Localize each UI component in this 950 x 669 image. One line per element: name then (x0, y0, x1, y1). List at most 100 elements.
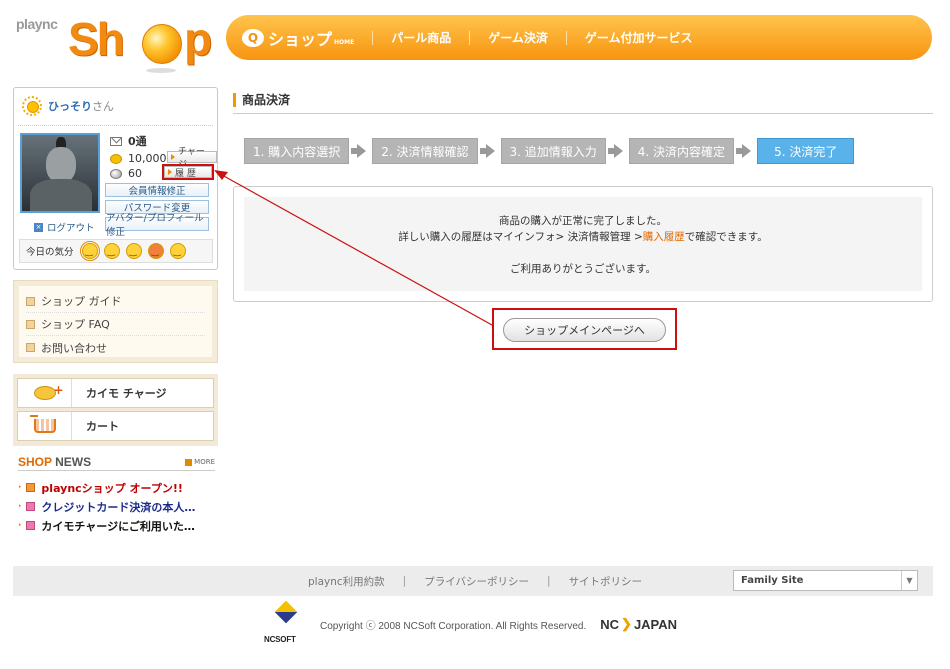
list-item[interactable]: · カイモチャージにご利用いた… (18, 516, 218, 535)
sad-face-icon[interactable] (125, 243, 142, 259)
checkout-steps: 1. 購入内容選択 2. 決済情報確認 3. 追加情報入力 4. 決済内容確定 … (244, 138, 855, 164)
family-site-select[interactable]: Family Site ▼ (733, 570, 918, 591)
user-name-row: ひっそり さん (22, 96, 114, 116)
message-line-2: 詳しい購入の履歴はマイインフォ> 決済情報管理 >購入履歴で確認できます。 (244, 229, 922, 245)
cart-button[interactable]: カート (17, 411, 214, 441)
logo-ball-icon (142, 24, 182, 64)
smile-face-icon[interactable] (79, 241, 100, 261)
result-message: 商品の購入が正常に完了しました。 詳しい購入の履歴はマイインフォ> 決済情報管理… (244, 197, 922, 291)
step-4: 4. 決済内容確定 (628, 138, 735, 164)
footer-site-policy-link[interactable]: サイトポリシー (569, 574, 643, 589)
kaimo-charge-button[interactable]: カイモ チャージ (17, 378, 214, 408)
shop-guide-box: ショップ ガイド ショップ FAQ お問い合わせ (13, 280, 218, 363)
news-item-text: クレジットカード決済の本人… (41, 500, 196, 514)
logout-link[interactable]: × ログアウト (34, 220, 95, 234)
coin-icon (110, 153, 122, 164)
surprised-face-icon[interactable] (169, 243, 186, 259)
angry-face-icon[interactable] (147, 243, 164, 259)
nav-shop-home[interactable]: Q ショップ HOME (242, 26, 354, 50)
triangle-icon (168, 169, 172, 175)
mail-count-row[interactable]: 0通 (110, 133, 147, 149)
avatar-body (30, 179, 92, 211)
nc-japan-logo[interactable]: NC ❯ JAPAN (600, 616, 677, 632)
shop-guide-link[interactable]: ショップ ガイド (26, 290, 205, 313)
logout-label: ログアウト (47, 223, 95, 234)
bullet-icon (26, 319, 35, 329)
speech-bubble-icon: Q (242, 28, 264, 47)
nav-game-services[interactable]: ゲーム付加サービス (585, 29, 693, 46)
triangle-icon (171, 154, 175, 160)
step-2: 2. 決済情報確認 (372, 138, 478, 164)
nav-separator (372, 30, 374, 45)
sun-icon (22, 96, 42, 116)
mail-icon (110, 136, 122, 146)
avatar[interactable] (20, 133, 100, 213)
bullet-dot: · (18, 520, 22, 531)
shop-news-list: · playncショップ オープン!! · クレジットカード決済の本人… · カ… (18, 478, 218, 535)
charge-button[interactable]: チャージ (167, 147, 217, 170)
coin-balance: 10,000 (128, 152, 167, 165)
footer-privacy-link[interactable]: プライバシーポリシー (424, 574, 529, 589)
logo-plaync-text: plaync (16, 16, 58, 32)
history-button[interactable]: 履 歴 (162, 164, 214, 180)
mood-label: 今日の気分 (26, 247, 74, 258)
edit-avatar-profile-button[interactable]: アバター/プロフィール修正 (105, 213, 209, 238)
arrow-right-icon (479, 144, 495, 158)
footer-separator: | (547, 575, 551, 587)
shop-main-page-button[interactable]: ショップメインページへ (503, 318, 666, 342)
nav-separator (469, 30, 471, 45)
pearl-icon (110, 168, 122, 179)
page-title: 商品決済 (233, 86, 933, 114)
news-category-icon (26, 521, 36, 530)
bullet-icon (26, 296, 35, 306)
list-item[interactable]: · クレジットカード決済の本人… (18, 497, 218, 516)
copyright-row: NCSOFT Copyright ⓒ 2008 NCSoft Corporati… (262, 600, 677, 644)
news-category-icon (26, 483, 36, 492)
mail-count: 0通 (128, 135, 147, 148)
annotation-highlight-box: ショップメインページへ (492, 308, 677, 350)
page-title-text: 商品決済 (242, 93, 291, 107)
ncsoft-logo[interactable]: NCSOFT (262, 600, 310, 644)
footer-separator: | (402, 575, 407, 587)
user-info-box: ひっそり さん 0通 10,000 チャージ 60 履 歴 会員情報修正 パスワ… (13, 87, 218, 270)
plaync-shop-logo[interactable]: plaync Sh p (14, 10, 214, 73)
coin-balance-row: 10,000 (110, 152, 167, 165)
shop-news-title-a: SHOP (18, 455, 52, 469)
close-icon: × (34, 222, 43, 232)
message-line-1: 商品の購入が正常に完了しました。 (499, 215, 667, 227)
news-more-link[interactable]: MORE (185, 458, 215, 466)
contact-link[interactable]: お問い合わせ (26, 336, 205, 359)
nav-shop-label: ショップ (268, 29, 333, 49)
list-item[interactable]: · playncショップ オープン!! (18, 478, 218, 497)
logo-shop-text: Sh (68, 13, 125, 65)
footer-terms-link[interactable]: plaync利用約款 (308, 574, 385, 589)
nav-game-payment[interactable]: ゲーム決済 (488, 29, 548, 46)
top-navigation: Q ショップ HOME パール商品 ゲーム決済 ゲーム付加サービス (226, 15, 932, 60)
pearl-balance: 60 (128, 167, 142, 180)
nc-japan-text-a: NC (600, 616, 620, 632)
nav-home-tag: HOME (334, 39, 355, 46)
bullet-icon (26, 343, 35, 352)
shop-news-header: SHOP NEWS MORE (18, 455, 215, 471)
footer-bar: plaync利用約款 | プライバシーポリシー | サイトポリシー Family… (13, 566, 933, 596)
nav-pearl-products[interactable]: パール商品 (391, 29, 451, 46)
kaimo-charge-label: カイモ チャージ (86, 387, 167, 400)
user-name-suffix: さん (92, 100, 114, 113)
news-category-icon (26, 502, 36, 511)
grin-face-icon[interactable] (103, 243, 120, 259)
kaimo-coin-icon-wrap (18, 379, 72, 407)
nav-separator (565, 30, 567, 45)
copyright-text: Copyright ⓒ 2008 NCSoft Corporation. All… (320, 620, 587, 632)
bullet-dot: · (18, 501, 22, 512)
arrow-right-icon (736, 144, 752, 158)
purchase-history-link[interactable]: 購入履歴 (643, 231, 685, 243)
title-accent-bar (233, 92, 236, 107)
cart-icon (29, 415, 56, 433)
edit-member-info-button[interactable]: 会員情報修正 (105, 183, 209, 197)
arrow-right-icon (351, 144, 367, 158)
news-item-text: playncショップ オープン!! (41, 481, 183, 495)
shop-faq-link[interactable]: ショップ FAQ (26, 313, 205, 336)
family-site-value: Family Site (741, 575, 804, 586)
user-name[interactable]: ひっそり (48, 98, 92, 114)
step-3: 3. 追加情報入力 (500, 138, 606, 164)
